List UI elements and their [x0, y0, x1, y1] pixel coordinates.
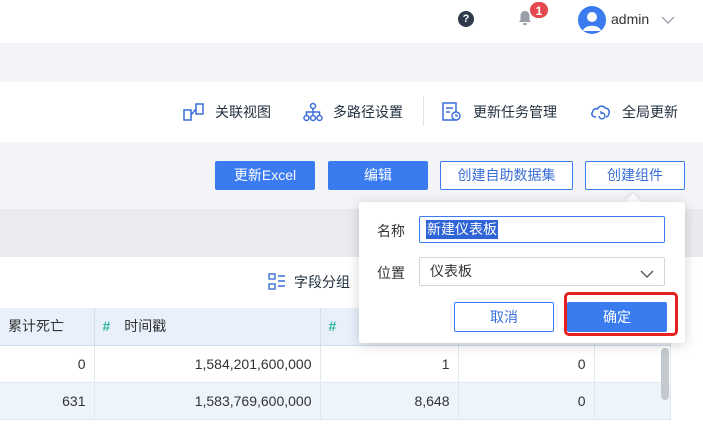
task-icon	[442, 102, 461, 121]
field-group-button[interactable]: 字段分组	[268, 272, 350, 292]
notification-badge: 1	[529, 1, 549, 19]
toolbar-update-tasks[interactable]: 更新任务管理	[441, 100, 557, 124]
chevron-down-icon[interactable]	[640, 266, 654, 278]
table-cell	[594, 382, 671, 420]
field-group-label: 字段分组	[294, 274, 350, 290]
name-input-value: 新建仪表板	[426, 220, 498, 239]
field-group-icon	[268, 273, 285, 290]
column-header[interactable]: 累计死亡	[0, 308, 95, 346]
edit-button[interactable]: 编辑	[328, 161, 428, 190]
username[interactable]: admin	[611, 11, 649, 27]
table-cell: 1,583,769,600,000	[94, 382, 321, 420]
name-label: 名称	[377, 223, 405, 239]
table-cell: 1,584,201,600,000	[94, 345, 321, 383]
number-type-icon: #	[102, 318, 111, 335]
avatar[interactable]	[578, 6, 606, 34]
table-row: 631 1,583,769,600,000 8,648 0	[0, 382, 671, 420]
cancel-button[interactable]: 取消	[454, 302, 554, 332]
toolbar-divider	[423, 96, 424, 126]
help-icon[interactable]: ?	[458, 11, 474, 27]
toolbar-label: 关联视图	[215, 104, 271, 120]
toolbar-label: 全局更新	[622, 104, 678, 120]
create-dataset-button[interactable]: 创建自助数据集	[440, 161, 573, 190]
name-input[interactable]: 新建仪表板	[419, 216, 665, 243]
update-excel-button[interactable]: 更新Excel	[215, 161, 315, 190]
column-header[interactable]: # 时间戳	[94, 308, 321, 346]
table-cell	[594, 345, 671, 383]
confirm-highlight-box	[564, 292, 678, 336]
table-cell: 631	[0, 382, 95, 420]
sub-header-band	[0, 43, 703, 82]
position-select[interactable]: 仪表板	[419, 257, 665, 286]
create-component-button[interactable]: 创建组件	[585, 161, 685, 190]
cloud-refresh-icon	[591, 105, 610, 120]
hierarchy-icon	[303, 102, 323, 122]
toolbar-global-update[interactable]: 全局更新	[590, 100, 678, 124]
toolbar-link-view[interactable]: 关联视图	[183, 100, 271, 124]
toolbar-multipath[interactable]: 多路径设置	[303, 100, 403, 124]
vertical-scrollbar[interactable]	[661, 348, 669, 400]
table-row: 0 1,584,201,600,000 1 0	[0, 345, 671, 383]
table-cell: 1	[320, 345, 459, 383]
table-cell: 8,648	[320, 382, 459, 420]
position-label: 位置	[377, 265, 405, 281]
number-type-icon: #	[328, 318, 337, 335]
position-select-value: 仪表板	[430, 263, 472, 279]
link-view-icon	[183, 103, 204, 121]
toolbar-label: 更新任务管理	[473, 104, 557, 120]
chevron-down-icon[interactable]	[661, 12, 675, 24]
table-cell: 0	[458, 345, 595, 383]
table-cell: 0	[458, 382, 595, 420]
toolbar-label: 多路径设置	[333, 104, 403, 120]
table-cell: 0	[0, 345, 95, 383]
